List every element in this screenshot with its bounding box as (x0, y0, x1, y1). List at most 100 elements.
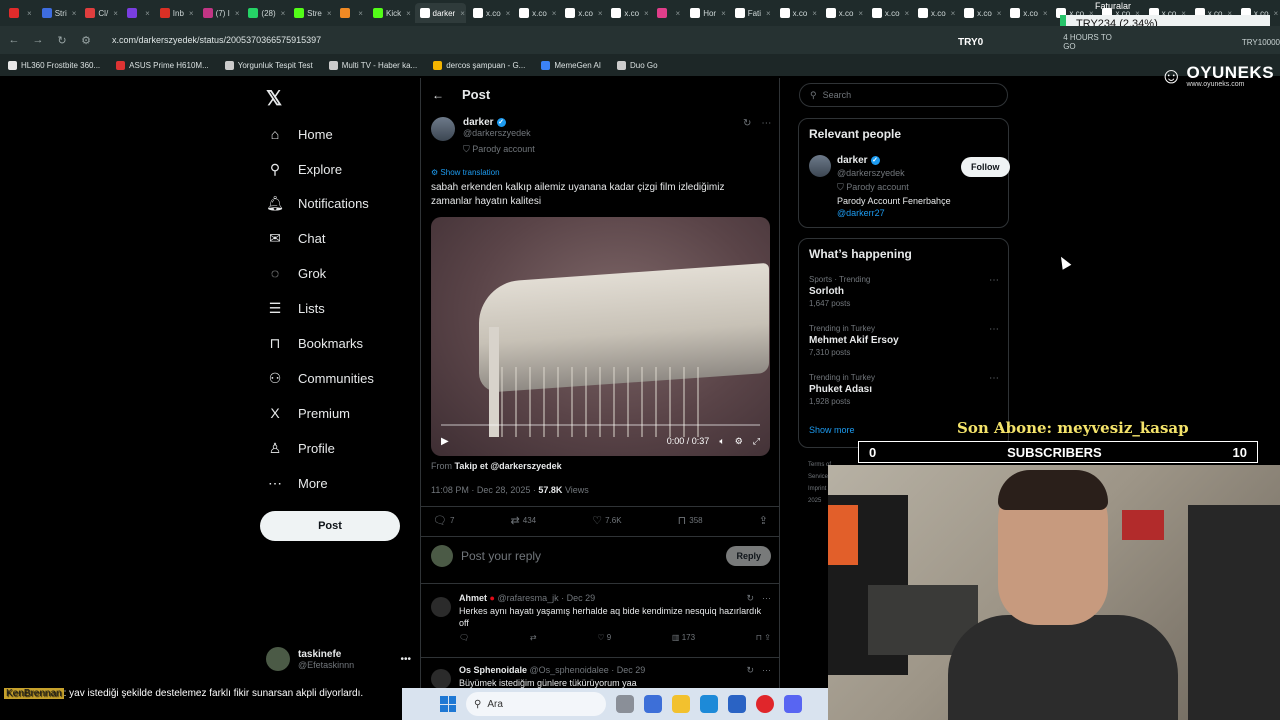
show-translation-link[interactable]: ⚙ Show translation (431, 168, 500, 177)
nav-item-bookmarks[interactable]: ⊓ Bookmarks (266, 331, 364, 355)
settings-icon[interactable]: ⚙ (735, 436, 743, 447)
discord-icon[interactable] (784, 695, 802, 713)
reply-button[interactable]: Reply (726, 546, 771, 566)
reply-name[interactable]: Ahmet (459, 593, 487, 603)
reply-more-icon[interactable]: ⋯ (762, 593, 771, 604)
browser-tab[interactable]: Stre × (289, 3, 333, 23)
nav-item-communities[interactable]: ⚇ Communities (266, 366, 374, 390)
tab-close-icon[interactable]: × (72, 9, 77, 18)
tab-close-icon[interactable]: × (145, 9, 150, 18)
follow-button[interactable]: Follow (961, 157, 1010, 177)
browser-tab[interactable]: Inb × (155, 3, 196, 23)
store-icon[interactable] (728, 695, 746, 713)
browser-tab[interactable]: Kick × (368, 3, 413, 23)
like-action[interactable]: ♡ 7.6K (592, 514, 621, 527)
show-more-link[interactable]: Show more (809, 425, 855, 435)
browser-tab[interactable]: × (335, 3, 366, 23)
account-switcher[interactable]: taskinefe @Efetaskinnn ••• (266, 647, 411, 671)
nav-item-lists[interactable]: ☰ Lists (266, 296, 325, 320)
browser-tab[interactable]: x.co × (867, 3, 911, 23)
browser-tab[interactable]: Fati × (730, 3, 773, 23)
browser-tab[interactable]: x.co × (606, 3, 650, 23)
tab-close-icon[interactable]: × (327, 9, 332, 18)
task-view-icon[interactable] (616, 695, 634, 713)
tab-close-icon[interactable]: × (281, 9, 286, 18)
tab-close-icon[interactable]: × (189, 9, 194, 18)
relevant-person-link[interactable]: @darkerr27 (837, 208, 885, 218)
tab-close-icon[interactable]: × (506, 9, 511, 18)
tab-close-icon[interactable]: × (113, 9, 118, 18)
trend-item[interactable]: Sports · Trending Sorloth 1,647 posts ⋯ (809, 275, 999, 308)
tab-close-icon[interactable]: × (1274, 9, 1279, 18)
tab-close-icon[interactable]: × (997, 9, 1002, 18)
nav-item-notifications[interactable]: 🔔︎ Notifications (266, 191, 369, 215)
nav-item-profile[interactable]: ♙ Profile (266, 436, 335, 460)
reply-item[interactable]: Os Sphenoidale @Os_sphenoidalee · Dec 29… (431, 665, 771, 689)
browser-tab[interactable]: x.co × (913, 3, 957, 23)
author-name[interactable]: darker (463, 117, 494, 128)
reply-action[interactable]: 🗨︎ 7 (433, 514, 454, 527)
relevant-person-name[interactable]: darker (837, 155, 868, 166)
bookmark-item[interactable]: Yorgunluk Tespit Test (224, 60, 313, 70)
post-author[interactable]: darker ✓ @darkerszyedek ⛉ Parody account (431, 117, 535, 155)
bookmark-item[interactable]: Multi TV - Haber ka... (328, 60, 417, 70)
browser-tab[interactable]: Cl/ × (80, 3, 120, 23)
taskbar-search[interactable]: ⚲ Ara (466, 692, 606, 716)
trend-item[interactable]: Trending in Turkey Phuket Adası 1,928 po… (809, 373, 999, 406)
volume-icon[interactable]: 🔈︎ (719, 436, 724, 447)
account-more-icon[interactable]: ••• (400, 654, 411, 665)
grok-icon[interactable]: ↻ (746, 593, 754, 604)
tab-close-icon[interactable]: × (358, 9, 363, 18)
tab-close-icon[interactable]: × (1043, 9, 1048, 18)
browser-tab[interactable]: (28) × (243, 3, 287, 23)
nav-item-more[interactable]: ⋯ More (266, 471, 328, 495)
tab-close-icon[interactable]: × (552, 9, 557, 18)
tab-close-icon[interactable]: × (905, 9, 910, 18)
tab-close-icon[interactable]: × (598, 9, 603, 18)
grok-icon[interactable]: ↻ (746, 665, 754, 676)
x-logo-icon[interactable]: 𝕏 (266, 86, 282, 111)
reload-icon[interactable]: ↻ (56, 34, 68, 47)
tab-close-icon[interactable]: × (235, 9, 240, 18)
tab-close-icon[interactable]: × (812, 9, 817, 18)
bookmark-action[interactable]: ⊓ 358 (678, 514, 703, 527)
repost-action[interactable]: ⇄ 434 (511, 514, 537, 527)
tab-close-icon[interactable]: × (858, 9, 863, 18)
fullscreen-icon[interactable]: ⤢ (753, 436, 760, 447)
reply-avatar[interactable] (431, 669, 451, 689)
browser-tab[interactable]: x.co × (514, 3, 558, 23)
forward-icon[interactable]: → (32, 34, 44, 46)
reply-item[interactable]: Ahmet ● @rafaresma_jk · Dec 29 ↻ ⋯ Herkes… (431, 593, 771, 653)
bookmark-item[interactable]: HL360 Frostbite 360... (8, 60, 100, 70)
post-more-icon[interactable]: ⋯ (761, 118, 771, 129)
reply-avatar[interactable] (431, 597, 451, 617)
post-button[interactable]: Post (260, 511, 400, 541)
trend-more-icon[interactable]: ⋯ (989, 324, 999, 335)
browser-tab[interactable]: × (652, 3, 683, 23)
reply-input[interactable]: Post your reply (461, 549, 541, 563)
search-input[interactable]: ⚲ Search (799, 83, 1008, 107)
browser-tab[interactable]: x.co × (959, 3, 1003, 23)
browser-tab[interactable]: x.co × (821, 3, 865, 23)
trend-item[interactable]: Trending in Turkey Mehmet Akif Ersoy 7,3… (809, 324, 999, 357)
trend-more-icon[interactable]: ⋯ (989, 275, 999, 286)
tab-close-icon[interactable]: × (460, 9, 465, 18)
url-text[interactable]: x.com/darkerszyedek/status/2005370366575… (112, 35, 321, 45)
nav-item-premium[interactable]: X Premium (266, 401, 350, 425)
tab-close-icon[interactable]: × (766, 9, 771, 18)
browser-tab[interactable]: x.co × (1005, 3, 1049, 23)
browser-tab[interactable]: darker × (414, 3, 466, 23)
tab-close-icon[interactable]: × (644, 9, 649, 18)
windows-start-icon[interactable] (440, 696, 456, 712)
back-arrow-icon[interactable]: ← (432, 88, 444, 102)
browser-tab[interactable]: x.co × (468, 3, 512, 23)
back-icon[interactable]: ← (8, 34, 20, 46)
from-source[interactable]: Takip et @darkerszyedek (455, 461, 562, 471)
bookmark-item[interactable]: ASUS Prime H610M... (116, 60, 209, 70)
bookmark-item[interactable]: Duo Go (617, 60, 658, 70)
grok-icon[interactable]: ↻ (743, 118, 751, 129)
tab-close-icon[interactable]: × (406, 9, 411, 18)
share-action[interactable]: ⇪ (759, 514, 768, 527)
reply-repost-icon[interactable]: ⇄ (530, 633, 537, 642)
reply-views-action[interactable]: ▥ 173 (672, 633, 695, 642)
